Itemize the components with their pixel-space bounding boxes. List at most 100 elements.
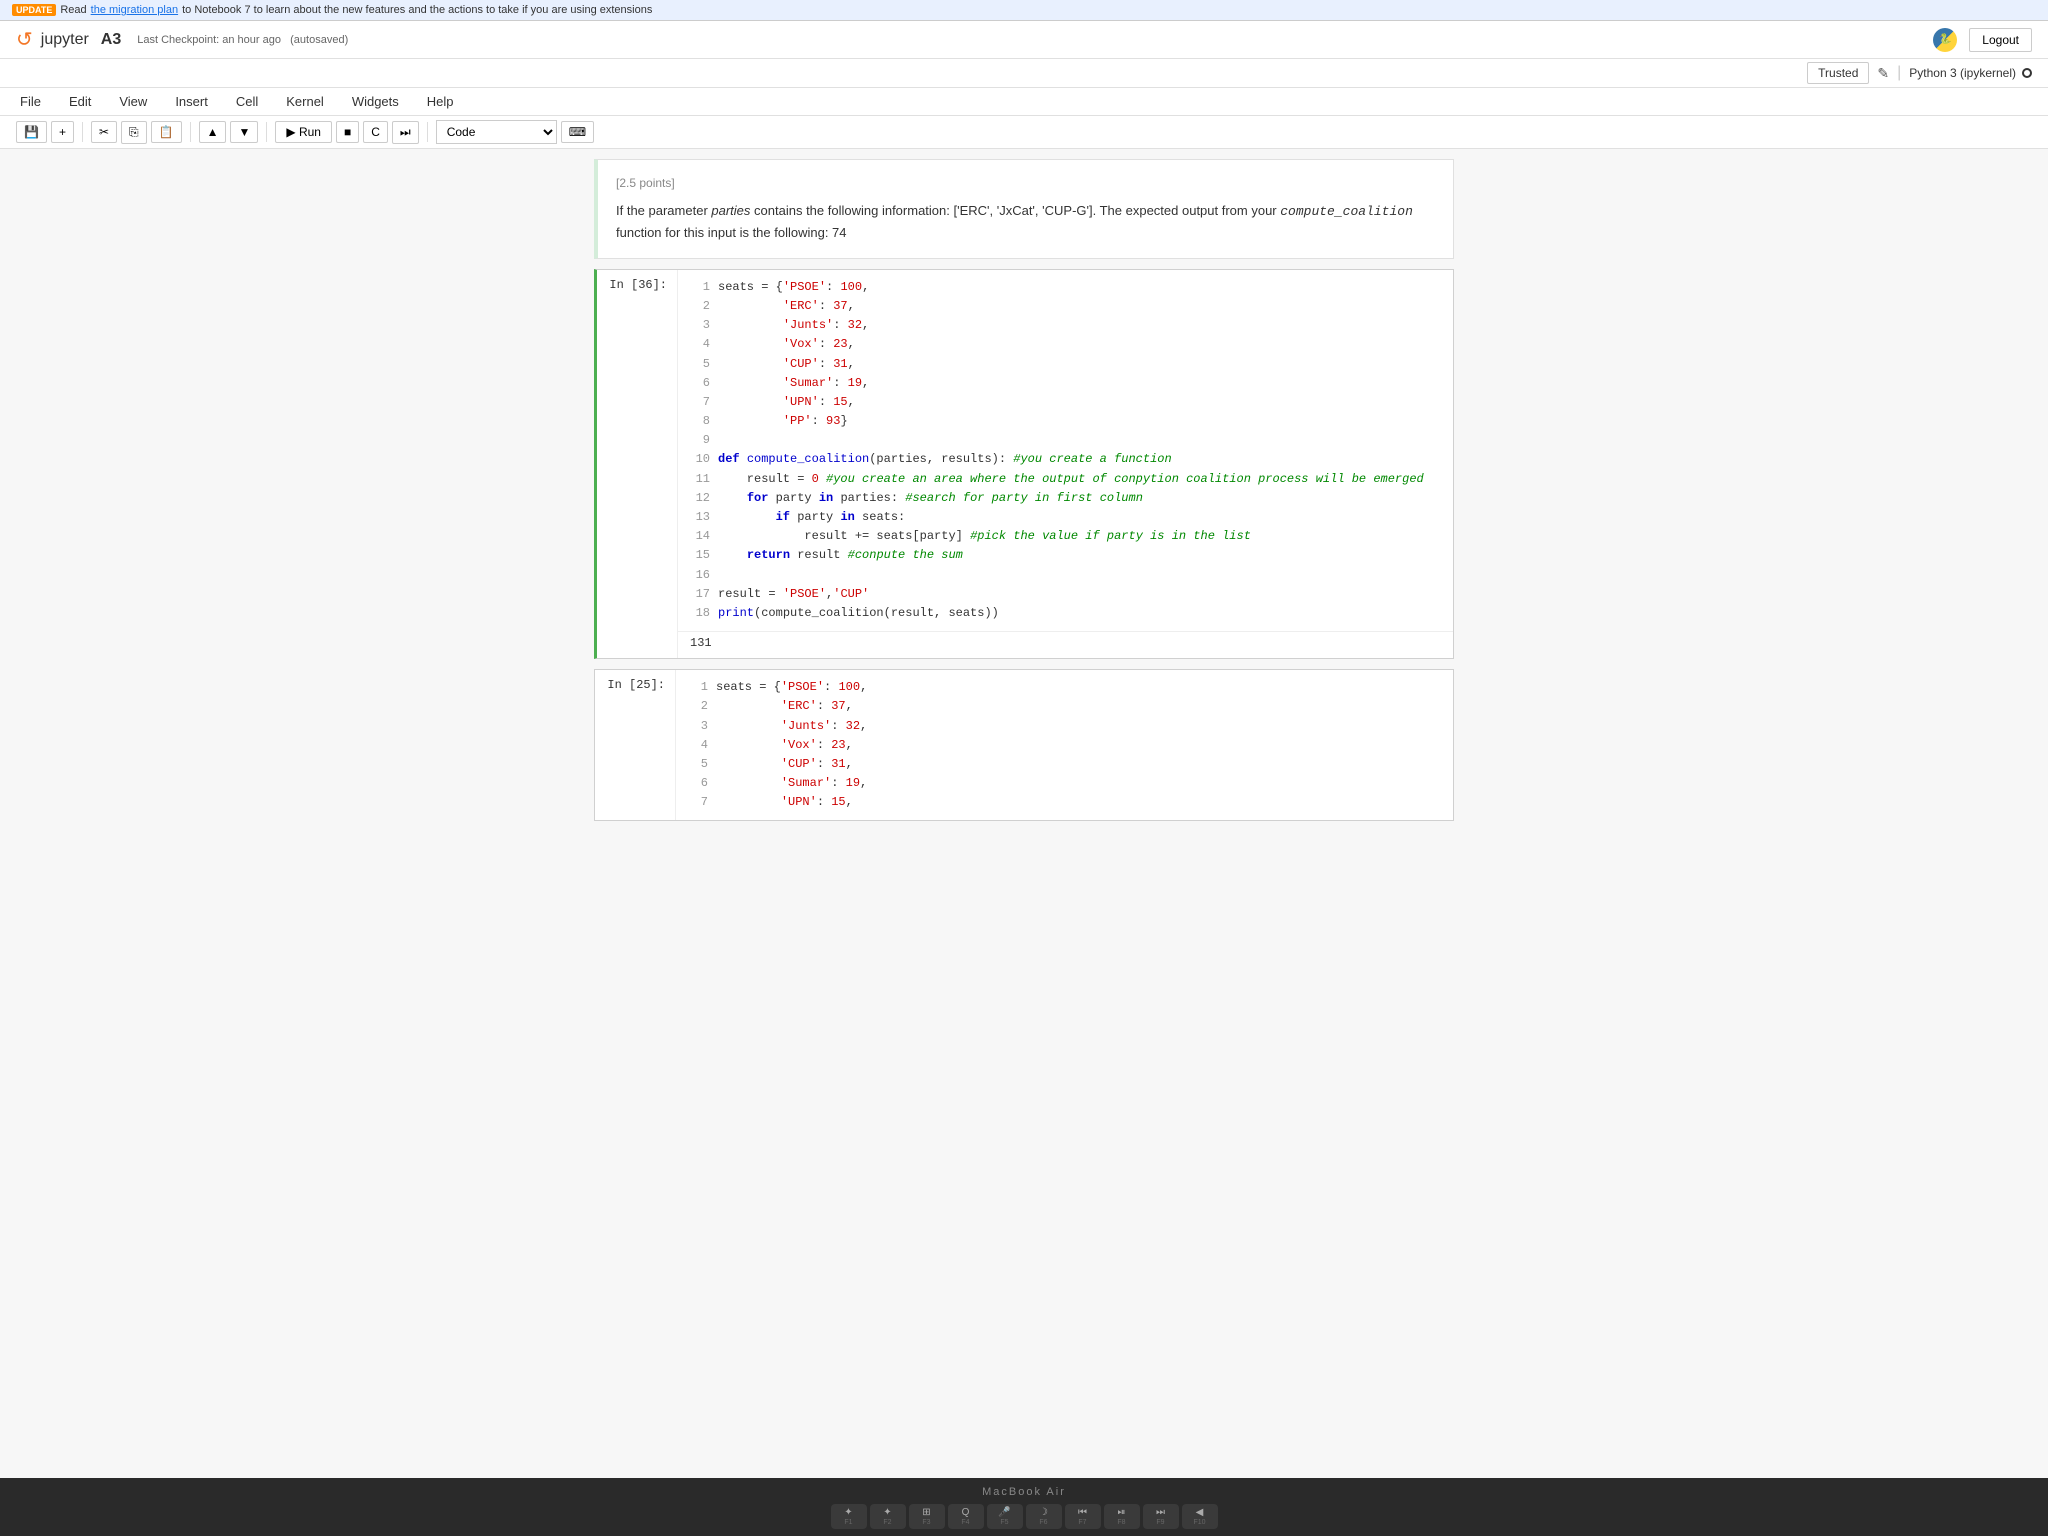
code-line: 3 'Junts': 32, <box>690 316 1441 335</box>
paste-button[interactable]: 📋 <box>151 121 182 143</box>
keyboard-shortcut-button[interactable]: ⌨ <box>561 121 594 143</box>
notebook-area: [2.5 points] If the parameter parties co… <box>0 149 2048 1478</box>
key-f2[interactable]: ✦F2 <box>870 1504 906 1529</box>
update-banner: UPDATE Read the migration plan to Notebo… <box>0 0 2048 21</box>
code-line: 4 'Vox': 23, <box>688 736 1441 755</box>
menu-bar: File Edit View Insert Cell Kernel Widget… <box>0 88 2048 116</box>
code-line: 2 'ERC': 37, <box>688 697 1441 716</box>
code-line: 4 'Vox': 23, <box>690 335 1441 354</box>
menu-help[interactable]: Help <box>423 92 458 111</box>
edit-icon[interactable]: ✎ <box>1877 65 1889 82</box>
cell-type-select[interactable]: Code Markdown Raw NBConvert <box>436 120 557 144</box>
cell-body-25: 1seats = {'PSOE': 100, 2 'ERC': 37, 3 'J… <box>675 670 1453 820</box>
toolbar: 💾 + ✂ ⎘ 📋 ▲ ▼ ▶ Run ■ C ⏭ Code Markdown … <box>0 116 2048 149</box>
kernel-dot <box>2022 68 2032 78</box>
toolbar-sep-4 <box>427 122 428 142</box>
code-line: 18print(compute_coalition(result, seats)… <box>690 604 1441 623</box>
restart-button[interactable]: C <box>363 121 388 143</box>
code-area-36[interactable]: 1seats = {'PSOE': 100, 2 'ERC': 37, 3 'J… <box>678 270 1453 631</box>
toolbar-sep-1 <box>82 122 83 142</box>
func-name: compute_coalition <box>1280 204 1413 219</box>
cell-body-36: 1seats = {'PSOE': 100, 2 'ERC': 37, 3 'J… <box>677 270 1453 658</box>
menu-cell[interactable]: Cell <box>232 92 262 111</box>
separator: | <box>1897 64 1901 82</box>
code-line: 1seats = {'PSOE': 100, <box>688 678 1441 697</box>
migration-link[interactable]: the migration plan <box>91 4 178 16</box>
code-line: 6 'Sumar': 19, <box>690 374 1441 393</box>
code-line: 15 return result #conpute the sum <box>690 546 1441 565</box>
laptop-bottom: MacBook Air ✦F1 ✦F2 ⊞F3 QF4 🎤F5 ☽F6 ⏮F7 … <box>0 1478 2048 1536</box>
code-line: 16 <box>690 566 1441 585</box>
key-f8[interactable]: ⏯F8 <box>1104 1504 1140 1529</box>
notebook-name[interactable]: A3 <box>101 31 121 49</box>
copy-button[interactable]: ⎘ <box>121 121 147 144</box>
code-line: 3 'Junts': 32, <box>688 717 1441 736</box>
fast-forward-button[interactable]: ⏭ <box>392 121 419 144</box>
param-parties: parties <box>711 203 750 218</box>
move-down-button[interactable]: ▼ <box>230 121 258 143</box>
key-f6[interactable]: ☽F6 <box>1026 1504 1062 1529</box>
key-f7[interactable]: ⏮F7 <box>1065 1504 1101 1529</box>
key-f5[interactable]: 🎤F5 <box>987 1504 1023 1529</box>
toolbar-sep-2 <box>190 122 191 142</box>
code-line: 5 'CUP': 31, <box>688 755 1441 774</box>
markdown-content-1: [2.5 points] If the parameter parties co… <box>594 159 1454 259</box>
laptop-screen: UPDATE Read the migration plan to Notebo… <box>0 0 2048 1478</box>
menu-widgets[interactable]: Widgets <box>348 92 403 111</box>
code-line: 11 result = 0 #you create an area where … <box>690 470 1441 489</box>
save-button[interactable]: 💾 <box>16 121 47 143</box>
kernel-info: Python 3 (ipykernel) <box>1909 66 2032 80</box>
menu-kernel[interactable]: Kernel <box>282 92 328 111</box>
cell-label-36: In [36]: <box>597 270 677 658</box>
jupyter-app-name: jupyter <box>41 31 89 49</box>
code-line: 1seats = {'PSOE': 100, <box>690 278 1441 297</box>
cut-button[interactable]: ✂ <box>91 121 117 143</box>
cell-output-36: 131 <box>678 631 1453 658</box>
cell-wrapper-25[interactable]: In [25]: 1seats = {'PSOE': 100, 2 'ERC':… <box>594 669 1454 821</box>
update-text-2: to Notebook 7 to learn about the new fea… <box>182 4 652 16</box>
toolbar-sep-3 <box>266 122 267 142</box>
code-cell-25: In [25]: 1seats = {'PSOE': 100, 2 'ERC':… <box>574 669 1474 821</box>
code-line: 7 'UPN': 15, <box>688 793 1441 812</box>
jupyter-icon: ↺ <box>16 27 33 52</box>
run-button[interactable]: ▶ Run <box>275 121 332 143</box>
menu-view[interactable]: View <box>115 92 151 111</box>
code-line: 8 'PP': 93} <box>690 412 1441 431</box>
kernel-row: Trusted ✎ | Python 3 (ipykernel) <box>0 59 2048 88</box>
markdown-cell-1: [2.5 points] If the parameter parties co… <box>574 159 1474 259</box>
key-f4[interactable]: QF4 <box>948 1504 984 1529</box>
cell-label-25: In [25]: <box>595 670 675 820</box>
header-right: 🐍 Logout <box>1933 28 2032 52</box>
move-up-button[interactable]: ▲ <box>199 121 227 143</box>
menu-file[interactable]: File <box>16 92 45 111</box>
add-cell-button[interactable]: + <box>51 121 74 143</box>
update-text: Read <box>60 4 86 16</box>
macbook-label: MacBook Air <box>982 1486 1066 1498</box>
jupyter-header: ↺ jupyter A3 Last Checkpoint: an hour ag… <box>0 21 2048 59</box>
key-f3[interactable]: ⊞F3 <box>909 1504 945 1529</box>
trusted-button[interactable]: Trusted <box>1807 62 1869 84</box>
code-line: 6 'Sumar': 19, <box>688 774 1441 793</box>
markdown-header: [2.5 points] <box>616 174 1435 193</box>
cell-wrapper-36[interactable]: In [36]: 1seats = {'PSOE': 100, 2 'ERC':… <box>594 269 1454 659</box>
code-line: 5 'CUP': 31, <box>690 355 1441 374</box>
markdown-paragraph: If the parameter parties contains the fo… <box>616 201 1435 244</box>
menu-edit[interactable]: Edit <box>65 92 95 111</box>
key-f9[interactable]: ⏭F9 <box>1143 1504 1179 1529</box>
update-badge: UPDATE <box>12 4 56 16</box>
code-line: 2 'ERC': 37, <box>690 297 1441 316</box>
menu-insert[interactable]: Insert <box>171 92 212 111</box>
keyboard-row-fn: ✦F1 ✦F2 ⊞F3 QF4 🎤F5 ☽F6 ⏮F7 ⏯F8 ⏭F9 ◀F10 <box>831 1504 1218 1529</box>
code-line: 13 if party in seats: <box>690 508 1441 527</box>
code-line: 9 <box>690 431 1441 450</box>
stop-button[interactable]: ■ <box>336 121 359 143</box>
logout-button[interactable]: Logout <box>1969 28 2032 52</box>
key-f1[interactable]: ✦F1 <box>831 1504 867 1529</box>
python-logo: 🐍 <box>1933 28 1957 52</box>
jupyter-logo-area: ↺ jupyter A3 Last Checkpoint: an hour ag… <box>16 27 348 52</box>
code-line: 7 'UPN': 15, <box>690 393 1441 412</box>
key-f10[interactable]: ◀F10 <box>1182 1504 1218 1529</box>
code-area-25[interactable]: 1seats = {'PSOE': 100, 2 'ERC': 37, 3 'J… <box>676 670 1453 820</box>
code-cell-36: In [36]: 1seats = {'PSOE': 100, 2 'ERC':… <box>574 269 1474 659</box>
code-line: 14 result += seats[party] #pick the valu… <box>690 527 1441 546</box>
